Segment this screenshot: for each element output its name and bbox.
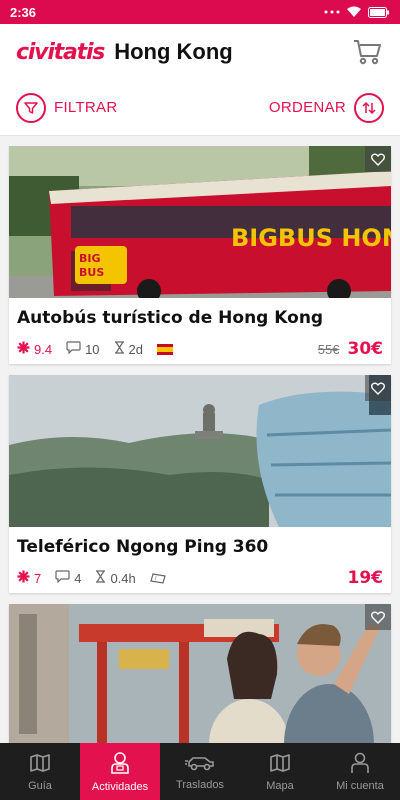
status-time: 2:36 [10, 4, 37, 20]
person-activity-icon [109, 751, 131, 778]
activity-image-bus: BIGBUS HONG K BIG BUS [9, 146, 391, 298]
rating: 7 [17, 570, 41, 586]
price-block: 55€ 30€ [318, 339, 383, 359]
nav-label: Traslados [176, 778, 224, 791]
filter-button[interactable]: FILTRAR [16, 92, 118, 123]
rating-star-icon [17, 341, 30, 357]
price-block: 19€ [348, 568, 384, 588]
duration-value: 0.4h [110, 570, 136, 586]
activity-image-temple-couple [9, 604, 391, 743]
filter-icon [16, 92, 46, 123]
status-icons [324, 6, 390, 18]
page-title: Hong Kong [114, 39, 233, 64]
battery-icon [368, 6, 390, 18]
filter-bar: FILTRAR ORDENAR [0, 80, 400, 136]
status-bar: 2:36 [0, 0, 400, 24]
rating: 9.4 [17, 341, 52, 357]
sort-icon [354, 92, 384, 123]
price: 30€ [347, 339, 384, 359]
comment-icon [66, 341, 81, 357]
nav-label: Actividades [91, 780, 149, 793]
reviews-count: 4 [74, 570, 82, 586]
nav-label: Mi cuenta [336, 779, 384, 792]
old-price: 55€ [317, 342, 340, 357]
brand-logo[interactable]: civitatis [16, 40, 105, 65]
svg-text:BUS: BUS [79, 266, 104, 279]
activity-image-cable-car [9, 375, 391, 527]
nav-label: Mapa [266, 779, 294, 792]
activity-title[interactable]: Teleférico Ngong Ping 360 [9, 527, 391, 563]
car-icon [185, 753, 215, 776]
bus-livery-text: BIGBUS HONG K [231, 224, 391, 252]
map-icon [269, 752, 291, 777]
activity-card[interactable] [9, 604, 391, 743]
price: 19€ [347, 568, 384, 588]
more-dots-icon [324, 9, 340, 15]
favorite-heart-icon[interactable] [365, 146, 391, 172]
user-icon [350, 752, 370, 777]
sort-label: ORDENAR [268, 99, 346, 116]
nav-item-traslados[interactable]: Traslados [160, 743, 240, 800]
activity-meta: 9.4 10 2d 55€ 30€ [9, 334, 391, 364]
bottom-nav: Guía Actividades Traslados Mapa Mi cuent… [0, 743, 400, 800]
nav-item-mi-cuenta[interactable]: Mi cuenta [320, 743, 400, 800]
duration: 0.4h [95, 570, 136, 586]
sort-button[interactable]: ORDENAR [268, 92, 384, 123]
cart-icon[interactable] [350, 35, 384, 69]
map-book-icon [29, 752, 51, 777]
activity-card[interactable]: BIGBUS HONG K BIG BUS Autobús turístico … [9, 146, 391, 364]
reviews-count: 10 [85, 341, 100, 357]
rating-value: 9.4 [34, 341, 53, 357]
activity-meta: 7 4 0.4h 19€ [9, 563, 391, 593]
duration-value: 2d [128, 341, 144, 357]
reviews: 4 [55, 570, 81, 586]
favorite-heart-icon[interactable] [365, 375, 391, 401]
nav-item-actividades[interactable]: Actividades [80, 743, 160, 800]
activity-list: BIGBUS HONG K BIG BUS Autobús turístico … [0, 136, 400, 743]
nav-label: Guía [28, 779, 52, 792]
activity-title[interactable]: Autobús turístico de Hong Kong [9, 298, 391, 334]
comment-icon [55, 570, 70, 586]
reviews: 10 [66, 341, 100, 357]
filter-label: FILTRAR [54, 99, 118, 116]
hourglass-icon [114, 341, 125, 357]
nav-item-guia[interactable]: Guía [0, 743, 80, 800]
rating-value: 7 [34, 570, 42, 586]
app-header: civitatis Hong Kong [0, 24, 400, 80]
favorite-heart-icon[interactable] [365, 604, 391, 630]
wifi-icon [346, 6, 362, 18]
spain-flag-icon [157, 343, 174, 355]
duration: 2d [114, 341, 143, 357]
hourglass-icon [95, 570, 106, 586]
svg-text:BIG: BIG [79, 252, 101, 265]
rating-star-icon [17, 570, 30, 586]
ticket-icon [150, 572, 166, 584]
nav-item-mapa[interactable]: Mapa [240, 743, 320, 800]
activity-card[interactable]: Teleférico Ngong Ping 360 7 4 0.4h 19€ [9, 375, 391, 593]
